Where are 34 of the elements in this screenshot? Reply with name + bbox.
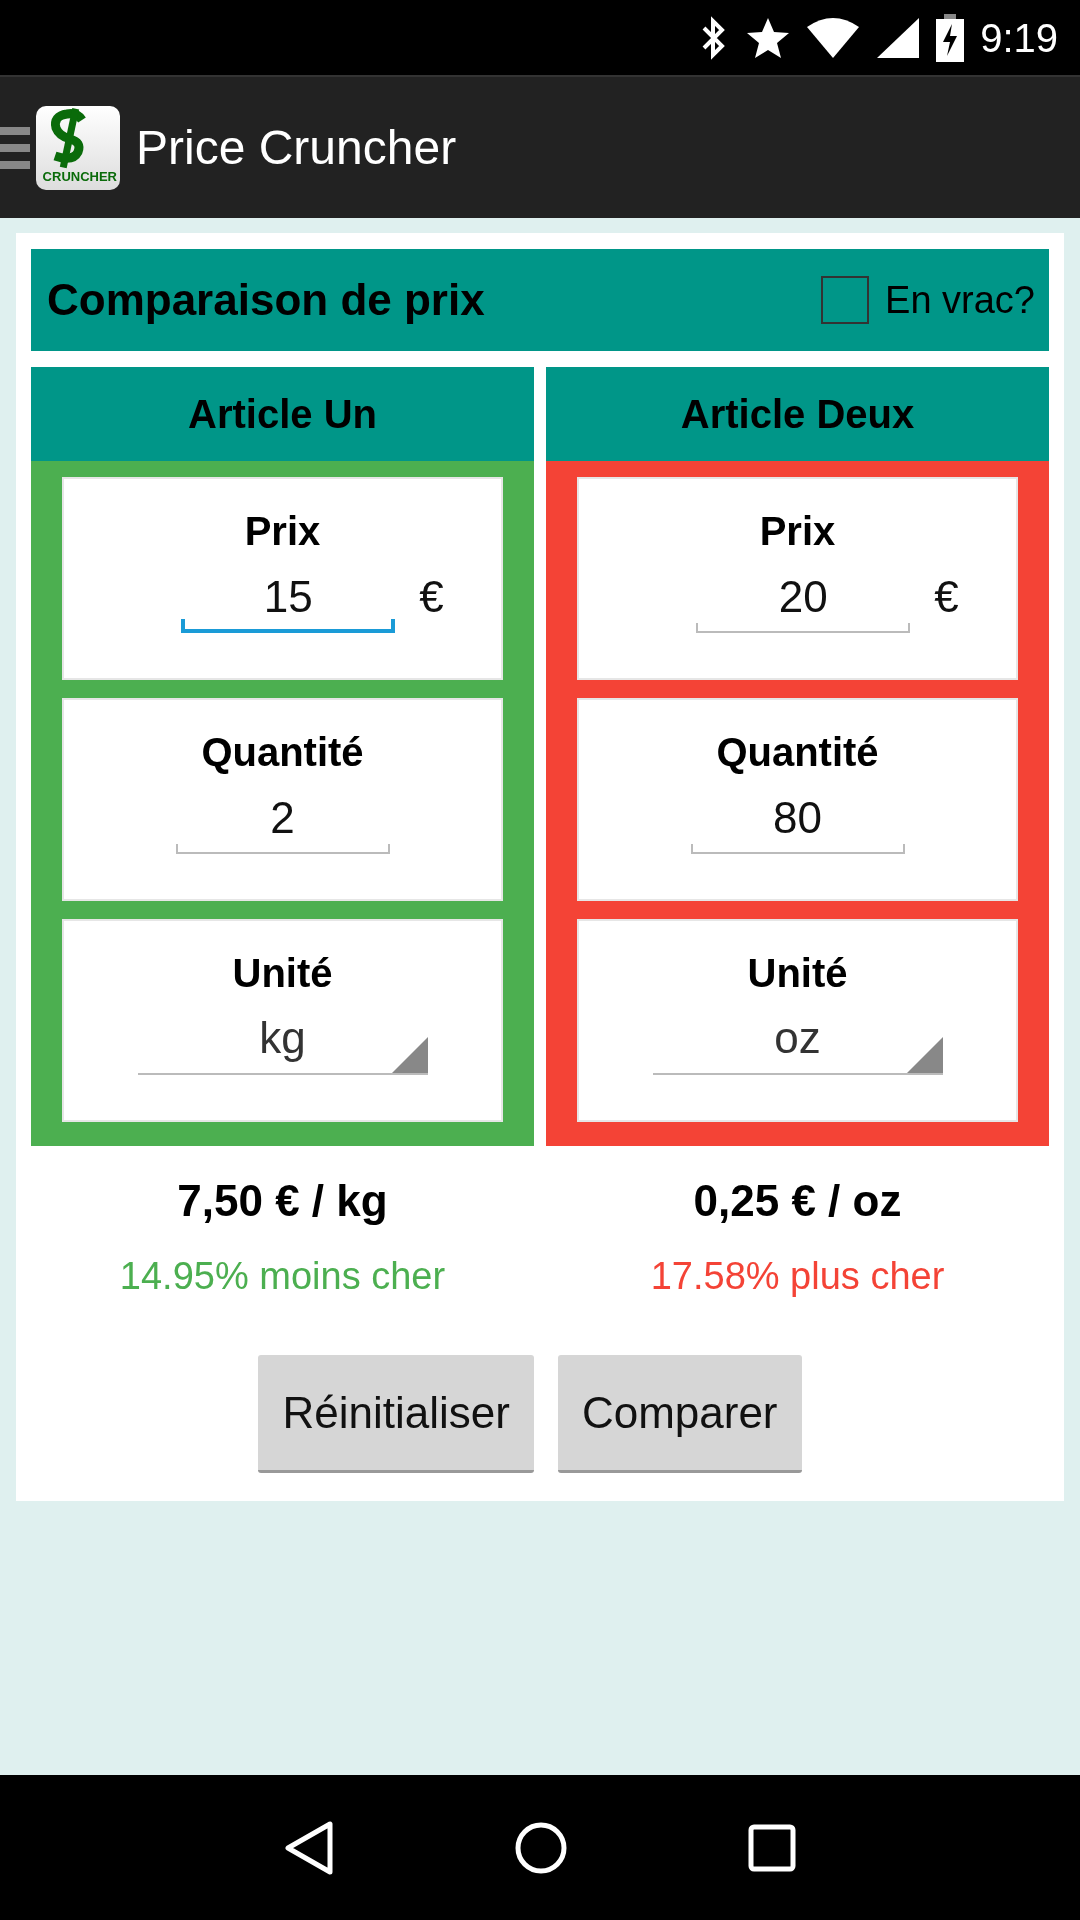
field-label: Prix [759, 508, 836, 555]
price-difference: 17.58% plus cher [650, 1254, 945, 1299]
page-title: Comparaison de prix [47, 274, 485, 326]
currency-symbol: € [419, 571, 444, 623]
dropdown-triangle-icon [391, 1037, 428, 1073]
recents-icon[interactable] [748, 1823, 796, 1872]
menu-icon[interactable] [0, 124, 30, 171]
unit-price: 0,25 € / oz [693, 1175, 902, 1227]
reset-button[interactable]: Réinitialiser [258, 1355, 534, 1473]
battery-icon [936, 13, 965, 62]
signal-icon [876, 16, 921, 59]
wifi-icon [806, 16, 861, 59]
article-title: Article Un [31, 367, 534, 461]
dropdown-triangle-icon [906, 1037, 943, 1073]
article-title: Article Deux [546, 367, 1049, 461]
field-label: Unité [747, 950, 848, 997]
app-title: Price Cruncher [136, 119, 457, 176]
app-logo[interactable]: CRUNCHER [36, 105, 120, 190]
home-icon[interactable] [514, 1820, 568, 1875]
compare-button[interactable]: Comparer [557, 1355, 802, 1473]
field-label: Unité [232, 950, 333, 997]
field-label: Quantité [716, 729, 879, 776]
checkbox-label: En vrac? [885, 277, 1035, 323]
clock-time: 9:19 [980, 14, 1058, 62]
unit-dropdown[interactable]: oz [652, 1003, 943, 1075]
unit-dropdown[interactable]: kg [137, 1003, 428, 1075]
back-icon[interactable] [284, 1820, 334, 1875]
price-difference: 14.95% moins cher [119, 1254, 446, 1299]
logo-text: CRUNCHER [42, 168, 117, 186]
currency-symbol: € [934, 571, 959, 623]
field-label: Quantité [201, 729, 364, 776]
field-label: Prix [244, 508, 321, 555]
unit-price: 7,50 € / kg [177, 1175, 388, 1227]
bulk-checkbox[interactable] [821, 276, 870, 324]
